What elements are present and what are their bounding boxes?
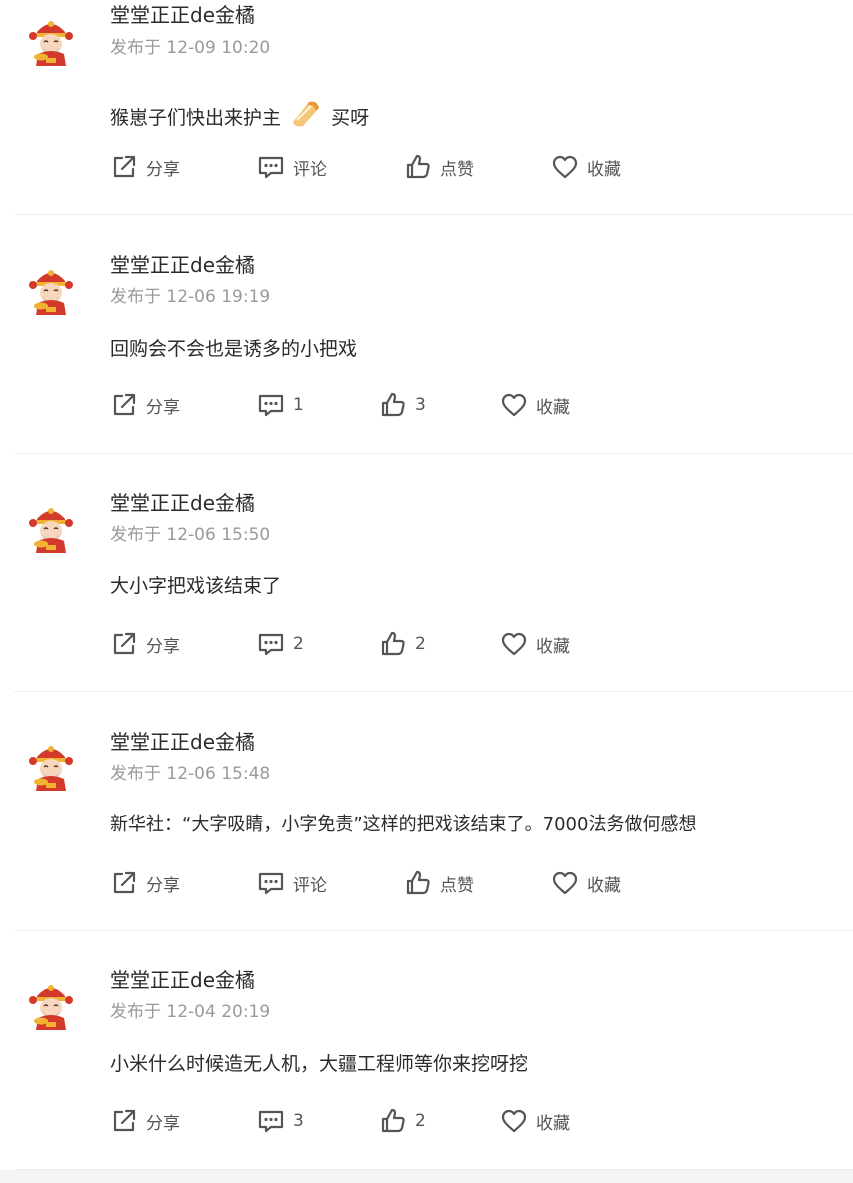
comment-icon <box>257 153 285 181</box>
author-name[interactable]: 堂堂正正de金橘 <box>110 968 255 992</box>
post-time: 发布于 12-06 15:50 <box>110 525 271 545</box>
heart-icon <box>500 1107 528 1135</box>
avatar[interactable] <box>24 12 78 66</box>
post-time: 发布于 12-09 10:20 <box>110 38 271 58</box>
comment-button[interactable]: 1 <box>257 390 304 420</box>
share-label: 分享 <box>146 1113 180 1134</box>
collect-label: 收藏 <box>536 636 570 657</box>
avatar[interactable] <box>24 261 78 315</box>
share-button[interactable]: 分享 <box>110 152 180 182</box>
heart-icon <box>551 153 579 181</box>
collect-button[interactable]: 收藏 <box>500 1106 570 1136</box>
comment-icon <box>257 869 285 897</box>
avatar[interactable] <box>24 976 78 1030</box>
share-label: 分享 <box>146 159 180 180</box>
like-button[interactable]: 2 <box>379 629 426 659</box>
share-label: 分享 <box>146 636 180 657</box>
post-content[interactable]: 回购会不会也是诱多的小把戏 <box>110 336 357 362</box>
post-item: 堂堂正正de金橘 发布于 12-06 15:50 大小字把戏该结束了 分享 2 … <box>0 454 853 691</box>
like-count: 2 <box>415 1111 426 1131</box>
post-item: 堂堂正正de金橘 发布于 12-06 19:19 回购会不会也是诱多的小把戏 分… <box>0 215 853 453</box>
comment-button[interactable]: 3 <box>257 1106 304 1136</box>
bread-sticker-emoji <box>293 101 320 127</box>
author-name[interactable]: 堂堂正正de金橘 <box>110 491 255 515</box>
post-time: 发布于 12-06 15:48 <box>110 764 271 784</box>
post-text-suffix: 买呀 <box>331 107 370 129</box>
share-label: 分享 <box>146 875 180 896</box>
thumbs-up-icon <box>379 1107 407 1135</box>
share-button[interactable]: 分享 <box>110 868 180 898</box>
collect-label: 收藏 <box>587 875 621 896</box>
share-icon <box>110 630 138 658</box>
share-icon <box>110 1107 138 1135</box>
like-count: 3 <box>415 395 426 415</box>
share-button[interactable]: 分享 <box>110 629 180 659</box>
thumbs-up-icon <box>404 869 432 897</box>
post-item: 堂堂正正de金橘 发布于 12-04 20:19 小米什么时候造无人机，大疆工程… <box>0 931 853 1169</box>
post-text: 猴崽子们快出来护主 <box>110 107 282 129</box>
collect-button[interactable]: 收藏 <box>500 629 570 659</box>
comment-icon <box>257 1107 285 1135</box>
thumbs-up-icon <box>404 153 432 181</box>
post-time: 发布于 12-06 19:19 <box>110 287 271 307</box>
comment-button[interactable]: 评论 <box>257 868 327 898</box>
post-content[interactable]: 小米什么时候造无人机，大疆工程师等你来挖呀挖 <box>110 1051 528 1077</box>
heart-icon <box>500 391 528 419</box>
share-button[interactable]: 分享 <box>110 1106 180 1136</box>
author-name[interactable]: 堂堂正正de金橘 <box>110 730 255 754</box>
like-button[interactable]: 点赞 <box>404 868 474 898</box>
thumbs-up-icon <box>379 391 407 419</box>
page-bottom-band <box>0 1170 853 1183</box>
comment-count: 1 <box>293 395 304 415</box>
like-label: 点赞 <box>440 159 474 180</box>
like-count: 2 <box>415 634 426 654</box>
collect-button[interactable]: 收藏 <box>551 868 621 898</box>
post-item: 堂堂正正de金橘 发布于 12-09 10:20 猴崽子们快出来护主 买呀 分享… <box>0 0 853 214</box>
share-icon <box>110 153 138 181</box>
like-button[interactable]: 点赞 <box>404 152 474 182</box>
like-label: 点赞 <box>440 875 474 896</box>
comment-label: 评论 <box>293 875 327 896</box>
avatar[interactable] <box>24 499 78 553</box>
share-button[interactable]: 分享 <box>110 390 180 420</box>
comment-icon <box>257 630 285 658</box>
share-icon <box>110 869 138 897</box>
collect-label: 收藏 <box>587 159 621 180</box>
comment-count: 2 <box>293 634 304 654</box>
comment-icon <box>257 391 285 419</box>
collect-label: 收藏 <box>536 397 570 418</box>
comment-label: 评论 <box>293 159 327 180</box>
heart-icon <box>500 630 528 658</box>
avatar[interactable] <box>24 737 78 791</box>
like-button[interactable]: 2 <box>379 1106 426 1136</box>
author-name[interactable]: 堂堂正正de金橘 <box>110 253 255 277</box>
collect-label: 收藏 <box>536 1113 570 1134</box>
thumbs-up-icon <box>379 630 407 658</box>
share-label: 分享 <box>146 397 180 418</box>
heart-icon <box>551 869 579 897</box>
post-item: 堂堂正正de金橘 发布于 12-06 15:48 新华社：“大字吸睛，小字免责”… <box>0 692 853 930</box>
post-content[interactable]: 猴崽子们快出来护主 买呀 <box>110 96 369 131</box>
comment-button[interactable]: 2 <box>257 629 304 659</box>
share-icon <box>110 391 138 419</box>
collect-button[interactable]: 收藏 <box>500 390 570 420</box>
like-button[interactable]: 3 <box>379 390 426 420</box>
comment-button[interactable]: 评论 <box>257 152 327 182</box>
post-content[interactable]: 大小字把戏该结束了 <box>110 573 281 599</box>
collect-button[interactable]: 收藏 <box>551 152 621 182</box>
post-time: 发布于 12-04 20:19 <box>110 1002 271 1022</box>
post-content[interactable]: 新华社：“大字吸睛，小字免责”这样的把戏该结束了。7000法务做何感想 <box>110 812 696 838</box>
author-name[interactable]: 堂堂正正de金橘 <box>110 3 255 27</box>
post-feed: 堂堂正正de金橘 发布于 12-09 10:20 猴崽子们快出来护主 买呀 分享… <box>0 0 853 1183</box>
comment-count: 3 <box>293 1111 304 1131</box>
